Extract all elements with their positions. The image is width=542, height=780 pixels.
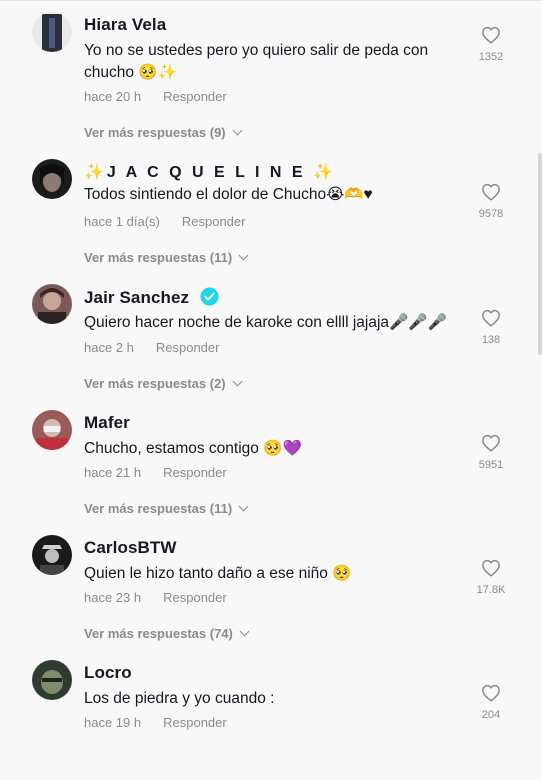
heart-icon [482,684,500,702]
view-more-replies[interactable]: Ver más respuestas (74) [84,626,250,641]
view-more-label: Ver más respuestas (9) [84,125,226,140]
heart-icon [482,559,500,577]
comment-item: Hiara Vela Yo no se ustedes pero yo quie… [0,12,542,140]
view-more-label: Ver más respuestas (11) [84,250,233,265]
comment-text: Yo no se ustedes pero yo quiero salir de… [84,42,429,81]
comment-author[interactable]: Jair Sanchez [84,287,219,308]
comment-time: hace 1 día(s) [84,214,160,229]
comment-meta: hace 21 h Responder [84,465,227,480]
like-button[interactable]: 204 [476,684,506,721]
like-count: 5951 [478,459,504,471]
comment-author[interactable]: CarlosBTW [84,538,177,558]
comment-text: Quiero hacer noche de karoke con ellll j… [84,314,447,331]
comment-author-label: Jair Sanchez [84,288,190,307]
chevron-down-icon [238,250,249,261]
reply-button[interactable]: Responder [163,465,227,480]
avatar[interactable] [32,12,72,52]
like-button[interactable]: 9578 [476,183,506,220]
like-button[interactable]: 138 [476,309,506,346]
comment-item: Jair Sanchez Quiero hacer noche de karok… [0,284,542,404]
comment-meta: hace 20 h Responder [84,89,227,104]
comment-time: hace 20 h [84,89,142,104]
top-divider [0,0,542,1]
comment-item: CarlosBTW Quien le hizo tanto daño a ese… [0,535,542,655]
like-count: 17.8K [476,584,506,596]
comment-time: hace 21 h [84,465,142,480]
reply-button[interactable]: Responder [163,715,227,730]
avatar[interactable] [32,660,72,700]
heart-icon [482,183,500,201]
like-count: 204 [481,709,501,721]
like-button[interactable]: 17.8K [476,559,506,596]
like-button[interactable]: 5951 [476,434,506,471]
view-more-label: Ver más respuestas (74) [84,626,233,641]
chevron-down-icon [238,501,249,512]
comment-text: Quien le hizo tanto daño a ese niño 🥺 [84,565,352,582]
comment-time: hace 2 h [84,340,134,355]
comment-text: Chucho, estamos contigo 🥺💜 [84,440,302,457]
reply-button[interactable]: Responder [182,214,246,229]
comment-item: ✨J A C Q U E L I N E ✨ Todos sintiendo e… [0,159,542,279]
view-more-replies[interactable]: Ver más respuestas (11) [84,501,249,516]
comment-meta: hace 1 día(s) Responder [84,214,245,229]
like-count: 1352 [478,51,504,63]
comment-meta: hace 23 h Responder [84,590,227,605]
chevron-down-icon [232,376,243,387]
reply-button[interactable]: Responder [156,340,220,355]
chevron-down-icon [239,626,250,637]
comment-author[interactable]: Mafer [84,413,130,433]
avatar[interactable] [32,410,72,450]
heart-icon [482,309,500,327]
verified-badge-icon [200,287,219,306]
like-count: 9578 [478,208,504,220]
reply-button[interactable]: Responder [163,89,227,104]
view-more-replies[interactable]: Ver más respuestas (11) [84,250,249,265]
comment-time: hace 23 h [84,590,142,605]
like-button[interactable]: 1352 [476,26,506,63]
avatar[interactable] [32,159,72,199]
comment-author[interactable]: ✨J A C Q U E L I N E ✨ [84,162,336,182]
comment-author[interactable]: Hiara Vela [84,15,166,35]
comment-text: Los de piedra y yo cuando : [84,690,275,707]
comment-meta: hace 19 h Responder [84,715,227,730]
avatar[interactable] [32,284,72,324]
heart-icon [482,26,500,44]
comment-item: Mafer Chucho, estamos contigo 🥺💜 hace 21… [0,410,542,530]
view-more-label: Ver más respuestas (2) [84,376,226,391]
avatar[interactable] [32,535,72,575]
view-more-replies[interactable]: Ver más respuestas (2) [84,376,243,391]
comment-text: Todos sintiendo el dolor de Chucho😭🫶♥ [84,186,373,203]
reply-button[interactable]: Responder [163,590,227,605]
comment-meta: hace 2 h Responder [84,340,219,355]
view-more-replies[interactable]: Ver más respuestas (9) [84,125,243,140]
like-count: 138 [481,334,501,346]
comment-time: hace 19 h [84,715,142,730]
comment-author[interactable]: Locro [84,663,132,683]
chevron-down-icon [232,125,243,136]
heart-icon [482,434,500,452]
comment-item: Locro Los de piedra y yo cuando : hace 1… [0,660,542,780]
view-more-label: Ver más respuestas (11) [84,501,233,516]
